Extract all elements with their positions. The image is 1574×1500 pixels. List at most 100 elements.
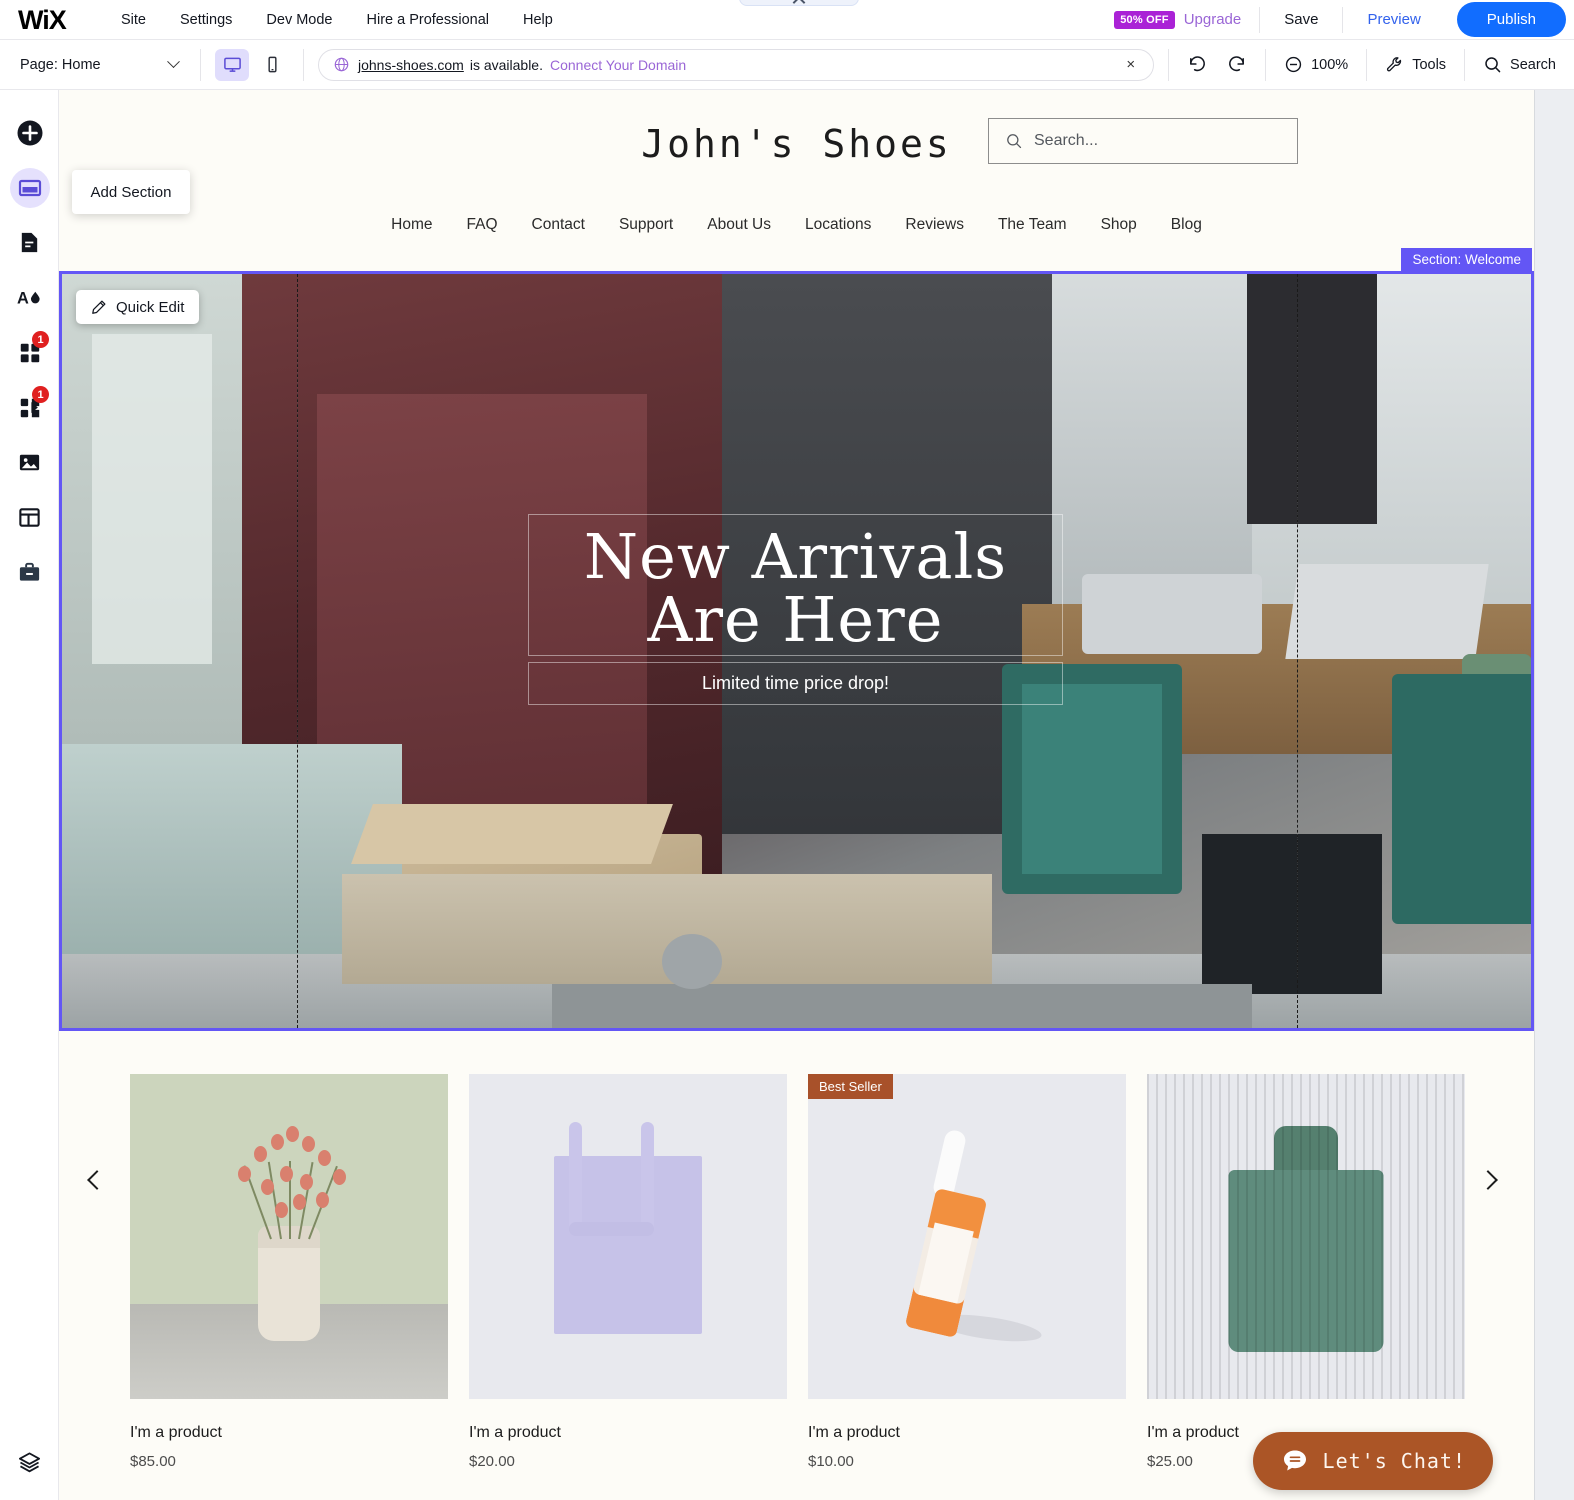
section-icon: [18, 179, 41, 196]
wix-logo[interactable]: WiX: [18, 6, 70, 33]
site-navigation: Home FAQ Contact Support About Us Locati…: [59, 216, 1534, 234]
product-card[interactable]: I'm a product $25.00: [1147, 1074, 1465, 1470]
hero-subtitle: Limited time price drop!: [701, 673, 890, 694]
mobile-icon: [267, 56, 277, 73]
publish-button[interactable]: Publish: [1456, 2, 1566, 37]
sidebar-item-layers[interactable]: [0, 1435, 59, 1490]
site-nav-shop[interactable]: Shop: [1084, 216, 1154, 234]
undo-icon: [1190, 56, 1206, 72]
product-image[interactable]: Best Seller: [808, 1074, 1126, 1399]
hero-heading-line-1: New Arrivals: [583, 520, 1008, 593]
site-search-box[interactable]: Search...: [988, 118, 1298, 164]
tools-label: Tools: [1412, 56, 1447, 73]
site-nav-locations[interactable]: Locations: [788, 216, 888, 234]
floating-panel-peek[interactable]: [739, 0, 859, 6]
editor-main-menu: Site Settings Dev Mode Hire a Profession…: [104, 12, 570, 28]
layout-guide-left: [297, 274, 298, 1028]
page-selector[interactable]: Page: Home: [0, 55, 200, 73]
upgrade-button[interactable]: Upgrade: [1184, 11, 1242, 28]
redo-button[interactable]: [1226, 40, 1265, 89]
theme-icon: A: [17, 289, 40, 307]
close-icon[interactable]: ×: [1122, 56, 1139, 73]
hero-heading-line-2: Are Here: [647, 583, 944, 657]
site-nav-the-team[interactable]: The Team: [981, 216, 1084, 234]
search-label: Search: [1510, 56, 1556, 73]
canvas-right-gutter: [1534, 90, 1574, 1500]
save-button[interactable]: Save: [1260, 11, 1342, 28]
product-gallery-section[interactable]: I'm a product $85.00 I'm a product $20.0…: [59, 1031, 1534, 1500]
site-canvas[interactable]: John's Shoes Search... Home FAQ Contact …: [59, 90, 1534, 1500]
hero-section[interactable]: Quick Edit New Arrivals Are Here Limited…: [59, 271, 1534, 1031]
sidebar-item-business-tools[interactable]: [0, 545, 59, 600]
hero-subtitle-box: Limited time price drop!: [528, 662, 1063, 706]
menu-item-dev-mode[interactable]: Dev Mode: [249, 12, 349, 28]
sidebar-item-app-market[interactable]: 1: [0, 325, 59, 380]
image-icon: [19, 454, 40, 471]
mobile-view-button[interactable]: [255, 49, 289, 81]
product-card[interactable]: I'm a product $20.00: [469, 1074, 787, 1470]
sidebar-item-cms[interactable]: [0, 490, 59, 545]
zoom-out-icon: [1285, 56, 1302, 73]
sidebar-item-site-design[interactable]: A: [0, 270, 59, 325]
site-nav-faq[interactable]: FAQ: [450, 216, 515, 234]
lets-chat-label: Let's Chat!: [1322, 1449, 1466, 1473]
site-nav-about-us[interactable]: About Us: [690, 216, 788, 234]
notification-badge: 1: [32, 386, 49, 403]
product-title: I'm a product: [808, 1424, 900, 1441]
best-seller-badge: Best Seller: [808, 1074, 893, 1099]
sidebar-item-add-section[interactable]: [0, 160, 59, 215]
lets-chat-button[interactable]: Let's Chat!: [1252, 1432, 1493, 1490]
menu-item-help[interactable]: Help: [506, 12, 570, 28]
menu-item-settings[interactable]: Settings: [163, 12, 249, 28]
domain-name[interactable]: johns-shoes.com: [358, 57, 464, 73]
sidebar-item-pages[interactable]: [0, 215, 59, 270]
dropper-bottle-image: [808, 1074, 1126, 1399]
product-image[interactable]: [130, 1074, 448, 1399]
product-title: I'm a product: [130, 1424, 222, 1441]
add-section-button[interactable]: Add Section: [72, 170, 190, 214]
site-nav-contact[interactable]: Contact: [515, 216, 602, 234]
section-label-badge: Section: Welcome: [1401, 248, 1532, 271]
top-bar-actions: 50% OFF Upgrade Save Preview Publish: [1114, 0, 1574, 39]
domain-notice-bar: johns-shoes.com is available. Connect Yo…: [318, 48, 1155, 81]
chat-bubble-icon: [1283, 1450, 1306, 1471]
zoom-level-label: 100%: [1311, 56, 1349, 73]
domain-status: is available.: [469, 56, 543, 73]
product-row: I'm a product $85.00 I'm a product $20.0…: [59, 1074, 1534, 1470]
product-price: $85.00: [130, 1453, 176, 1470]
briefcase-icon: [19, 562, 40, 581]
sidebar-item-media[interactable]: [0, 435, 59, 490]
pages-icon: [21, 232, 38, 253]
search-button[interactable]: Search: [1465, 40, 1574, 89]
hero-text-block[interactable]: New Arrivals Are Here Limited time price…: [528, 514, 1063, 706]
viewport-switcher: [201, 48, 303, 81]
page-selector-label: Page: Home: [20, 56, 101, 73]
preview-button[interactable]: Preview: [1343, 11, 1444, 28]
notification-badge: 1: [32, 331, 49, 348]
product-image[interactable]: [469, 1074, 787, 1399]
site-nav-support[interactable]: Support: [602, 216, 690, 234]
desktop-view-button[interactable]: [215, 48, 249, 81]
rail-bottom-group: [0, 1435, 59, 1490]
connect-domain-link[interactable]: Connect Your Domain: [550, 57, 686, 73]
zoom-control[interactable]: 100%: [1266, 40, 1366, 89]
site-header-section[interactable]: John's Shoes Search... Home FAQ Contact …: [59, 90, 1534, 272]
quick-edit-button[interactable]: Quick Edit: [76, 290, 200, 324]
product-image[interactable]: [1147, 1074, 1465, 1399]
site-nav-reviews[interactable]: Reviews: [888, 216, 981, 234]
site-nav-blog[interactable]: Blog: [1154, 216, 1219, 234]
redo-icon: [1229, 56, 1245, 72]
globe-icon: [334, 57, 349, 72]
menu-item-hire-a-professional[interactable]: Hire a Professional: [350, 12, 507, 28]
product-card[interactable]: I'm a product $85.00: [130, 1074, 448, 1470]
product-card[interactable]: Best Seller I'm a product $10.00: [808, 1074, 1126, 1470]
tools-button[interactable]: Tools: [1367, 40, 1464, 89]
menu-item-site[interactable]: Site: [104, 12, 163, 28]
undo-button[interactable]: [1169, 40, 1226, 89]
site-nav-home[interactable]: Home: [374, 216, 449, 234]
search-input-placeholder[interactable]: Search...: [1034, 132, 1098, 150]
sidebar-item-add-elements[interactable]: [0, 105, 59, 160]
product-price: $10.00: [808, 1453, 854, 1470]
sidebar-item-my-apps[interactable]: 1: [0, 380, 59, 435]
layout-guide-right: [1297, 274, 1298, 1028]
